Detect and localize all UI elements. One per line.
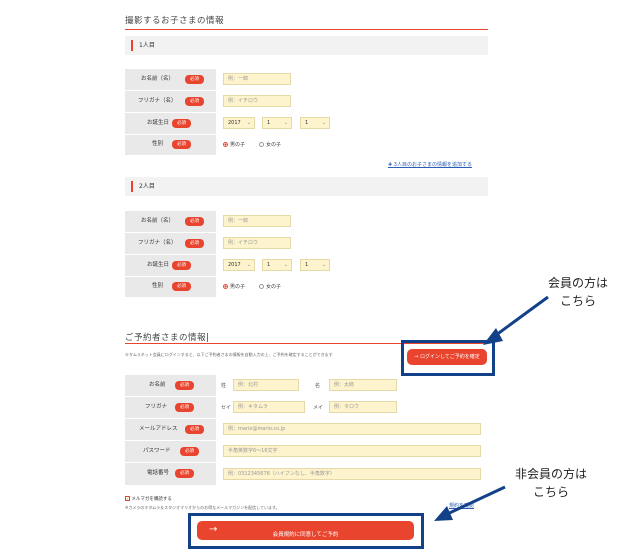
callout-arrows	[434, 295, 549, 521]
nonmember-callout-arrow	[434, 485, 506, 521]
member-callout-arrow	[483, 295, 549, 345]
